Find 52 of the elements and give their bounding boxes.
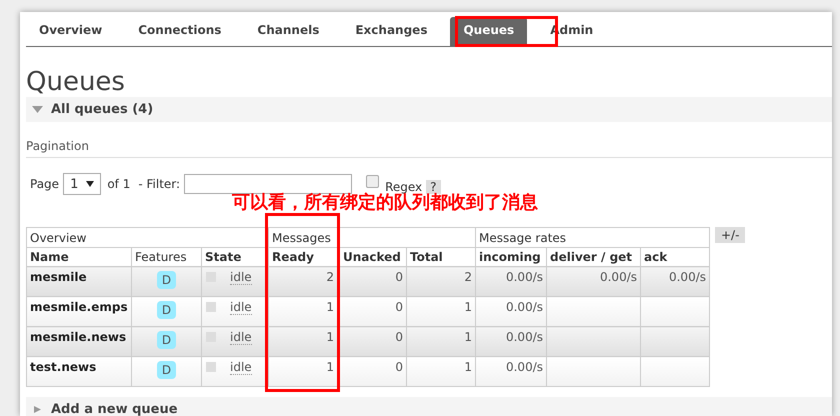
table-cell: 0 xyxy=(395,360,403,374)
section-header[interactable]: All queues (4) xyxy=(26,97,832,122)
dropdown-caret-icon xyxy=(86,181,94,187)
table-cell: 0 xyxy=(395,270,403,284)
expand-triangle-icon[interactable] xyxy=(32,406,43,413)
feature-badge: D xyxy=(156,271,176,289)
state-label: idle xyxy=(230,270,252,285)
state-square-icon xyxy=(206,302,216,312)
nav-tab[interactable]: Exchanges xyxy=(342,17,440,46)
table-cell: 0.00/s xyxy=(506,270,543,284)
state-label: idle xyxy=(230,360,252,375)
state-label: idle xyxy=(230,300,252,315)
state-label: idle xyxy=(230,330,252,345)
page-select[interactable]: 1 xyxy=(63,173,102,195)
table-cell: 1 xyxy=(326,330,334,344)
columns-toggle-button[interactable]: +/- xyxy=(715,227,746,243)
regex-label: Regex xyxy=(385,180,422,194)
table-cell: 2 xyxy=(326,270,334,284)
table-cell: 0.00/s xyxy=(506,330,543,344)
table-cell: 1 xyxy=(326,300,334,314)
collapse-triangle-icon[interactable] xyxy=(32,106,43,113)
column-group-header: Overview xyxy=(26,228,268,248)
table-cell: 0.00/s xyxy=(506,360,543,374)
page-title: Queues xyxy=(26,67,126,97)
page-label: Page xyxy=(30,177,60,191)
regex-checkbox[interactable] xyxy=(366,174,380,188)
table-cell: 1 xyxy=(464,360,472,374)
filter-field[interactable] xyxy=(184,174,352,194)
annotation-text: 可以看，所有绑定的队列都收到了消息 xyxy=(232,192,538,214)
nav-tab[interactable]: Overview xyxy=(26,17,116,46)
nav-tab[interactable]: Channels xyxy=(244,17,332,46)
table-cell: 0.00/s xyxy=(506,300,543,314)
table-cell: 1 xyxy=(326,360,334,374)
feature-badge: D xyxy=(156,361,176,379)
help-button[interactable]: ? xyxy=(426,180,441,194)
column-group-header: Messages xyxy=(268,228,476,248)
column-group-header: Message rates xyxy=(476,228,710,248)
table-cell: 1 xyxy=(464,300,472,314)
feature-badge: D xyxy=(156,331,176,349)
section-header[interactable]: Add a new queue xyxy=(26,397,832,416)
table-cell: 2 xyxy=(464,270,472,284)
table-cell: 0 xyxy=(395,330,403,344)
table-cell: 0.00/s xyxy=(668,270,706,284)
feature-badge: D xyxy=(156,301,176,319)
filter-label: - Filter: xyxy=(138,177,180,191)
table-cell: 0 xyxy=(395,300,403,314)
page-count: of 1 xyxy=(107,177,130,191)
state-square-icon xyxy=(206,362,216,372)
section-heading: Pagination xyxy=(26,139,832,158)
table-cell: 1 xyxy=(464,330,472,344)
nav-tab[interactable]: Connections xyxy=(125,17,234,46)
table-cell: 0.00/s xyxy=(600,270,637,284)
